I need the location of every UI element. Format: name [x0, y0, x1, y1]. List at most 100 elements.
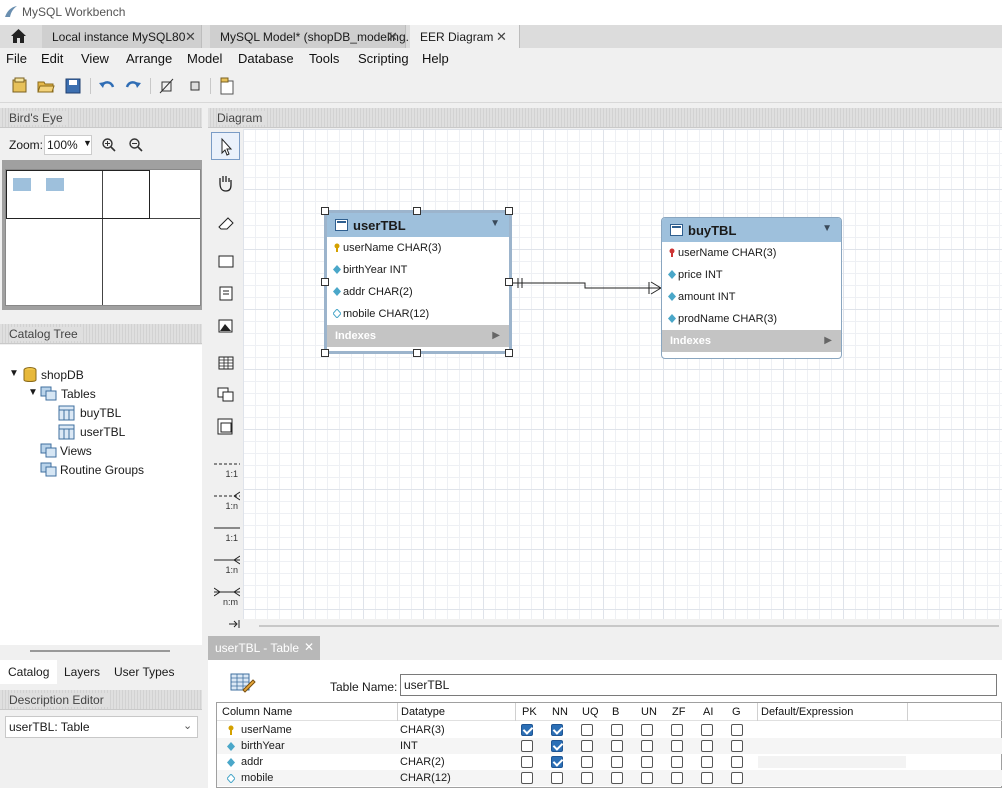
relationship-connector[interactable]	[243, 129, 1002, 619]
new-model-icon[interactable]	[11, 77, 29, 95]
col-separator[interactable]	[757, 703, 758, 721]
resize-handle[interactable]	[413, 207, 421, 215]
col-separator[interactable]	[515, 703, 516, 721]
uq-checkbox[interactable]	[581, 724, 593, 736]
col-header-ai[interactable]: AI	[703, 706, 713, 718]
close-icon[interactable]: ✕	[185, 29, 196, 45]
select-tool[interactable]	[211, 132, 240, 160]
datatype-cell[interactable]: INT	[400, 740, 418, 752]
col-header-datatype[interactable]: Datatype	[401, 706, 445, 718]
menu-view[interactable]: View	[81, 51, 109, 66]
rel-1-n-identifying-tool[interactable]: 1:n	[212, 555, 240, 585]
col-header-default[interactable]: Default/Expression	[761, 706, 853, 718]
expand-arrow-icon[interactable]: ▼	[9, 368, 19, 379]
ai-checkbox[interactable]	[701, 772, 713, 784]
zoom-out-icon[interactable]	[128, 137, 144, 153]
pk-checkbox[interactable]	[521, 772, 533, 784]
menu-file[interactable]: File	[6, 51, 27, 66]
toggle-grid-icon[interactable]	[158, 77, 176, 95]
pk-checkbox[interactable]	[521, 740, 533, 752]
b-checkbox[interactable]	[611, 740, 623, 752]
erd-indexes-section[interactable]: Indexes ▶	[662, 330, 841, 352]
zf-checkbox[interactable]	[671, 756, 683, 768]
menu-tools[interactable]: Tools	[309, 51, 339, 66]
collapse-arrow-icon[interactable]: ▼	[490, 218, 500, 229]
datatype-cell[interactable]: CHAR(2)	[400, 756, 445, 768]
g-checkbox[interactable]	[731, 740, 743, 752]
uq-checkbox[interactable]	[581, 756, 593, 768]
close-icon[interactable]: ✕	[387, 29, 398, 45]
datatype-cell[interactable]: CHAR(3)	[400, 724, 445, 736]
ai-checkbox[interactable]	[701, 756, 713, 768]
column-name-cell[interactable]: addr	[241, 756, 263, 768]
zf-checkbox[interactable]	[671, 724, 683, 736]
table-name-input[interactable]: userTBL	[400, 674, 997, 696]
collapse-arrow-icon[interactable]: ▼	[822, 223, 832, 234]
col-header-uq[interactable]: UQ	[582, 706, 599, 718]
save-model-icon[interactable]	[64, 77, 82, 95]
resize-handle[interactable]	[505, 278, 513, 286]
menu-help[interactable]: Help	[422, 51, 449, 66]
resize-handle[interactable]	[321, 278, 329, 286]
col-header-un[interactable]: UN	[641, 706, 657, 718]
ai-checkbox[interactable]	[701, 740, 713, 752]
col-header-pk[interactable]: PK	[522, 706, 537, 718]
image-tool[interactable]	[211, 312, 240, 340]
erd-table-header[interactable]: userTBL ▼	[327, 213, 509, 237]
menu-database[interactable]: Database	[238, 51, 294, 66]
erd-table-usertbl[interactable]: userTBL ▼ userName CHAR(3) birthYear INT…	[324, 210, 512, 354]
table-row[interactable]: mobile CHAR(12)	[217, 770, 1002, 786]
tab-layers[interactable]: Layers	[56, 660, 108, 684]
diagram-canvas[interactable]: userTBL ▼ userName CHAR(3) birthYear INT…	[243, 129, 1002, 619]
g-checkbox[interactable]	[731, 756, 743, 768]
pk-checkbox[interactable]	[521, 724, 533, 736]
col-separator[interactable]	[397, 703, 398, 721]
expand-arrow-icon[interactable]: ▶	[492, 330, 500, 341]
horizontal-scrollbar[interactable]	[243, 619, 1002, 634]
align-grid-icon[interactable]	[186, 77, 204, 95]
menu-model[interactable]: Model	[187, 51, 222, 66]
new-view-tool[interactable]	[211, 381, 240, 409]
redo-icon[interactable]	[124, 77, 142, 95]
col-header-zf[interactable]: ZF	[672, 706, 685, 718]
zf-checkbox[interactable]	[671, 740, 683, 752]
erd-indexes-section[interactable]: Indexes ▶	[327, 325, 509, 347]
expand-arrow-icon[interactable]: ▶	[824, 335, 832, 346]
col-header-nn[interactable]: NN	[552, 706, 568, 718]
nn-checkbox[interactable]	[551, 740, 563, 752]
zoom-in-icon[interactable]	[101, 137, 117, 153]
splitter-handle[interactable]	[30, 650, 170, 652]
palette-more-icon[interactable]	[228, 619, 240, 629]
erd-table-buytbl[interactable]: buyTBL ▼ userName CHAR(3) price INT amou…	[661, 217, 842, 359]
col-header-g[interactable]: G	[732, 706, 741, 718]
erd-column[interactable]: prodName CHAR(3)	[662, 308, 841, 330]
rel-1-n-nonidentifying-tool[interactable]: 1:n	[212, 491, 240, 521]
menu-scripting[interactable]: Scripting	[358, 51, 409, 66]
column-name-cell[interactable]: birthYear	[241, 740, 285, 752]
b-checkbox[interactable]	[611, 724, 623, 736]
close-icon[interactable]: ✕	[304, 640, 314, 654]
nn-checkbox[interactable]	[551, 724, 563, 736]
datatype-cell[interactable]: CHAR(12)	[400, 772, 451, 784]
tab-local-instance[interactable]: Local instance MySQL80 ✕	[42, 25, 202, 48]
column-name-cell[interactable]: userName	[241, 724, 292, 736]
erd-column[interactable]: price INT	[662, 264, 841, 286]
uq-checkbox[interactable]	[581, 740, 593, 752]
un-checkbox[interactable]	[641, 724, 653, 736]
home-tab[interactable]	[0, 25, 36, 48]
nn-checkbox[interactable]	[551, 756, 563, 768]
new-table-tool[interactable]	[211, 349, 240, 377]
layer-tool[interactable]	[211, 247, 240, 275]
un-checkbox[interactable]	[641, 740, 653, 752]
nn-checkbox[interactable]	[551, 772, 563, 784]
erd-table-header[interactable]: buyTBL ▼	[662, 218, 841, 242]
rel-1-1-nonidentifying-tool[interactable]: 1:1	[212, 459, 240, 489]
new-diagram-icon[interactable]	[218, 77, 236, 95]
erd-column[interactable]: userName CHAR(3)	[662, 242, 841, 264]
resize-handle[interactable]	[321, 207, 329, 215]
b-checkbox[interactable]	[611, 772, 623, 784]
resize-handle[interactable]	[321, 349, 329, 357]
erd-column[interactable]: amount INT	[662, 286, 841, 308]
column-name-cell[interactable]: mobile	[241, 772, 273, 784]
default-expression-cell[interactable]	[758, 756, 906, 768]
